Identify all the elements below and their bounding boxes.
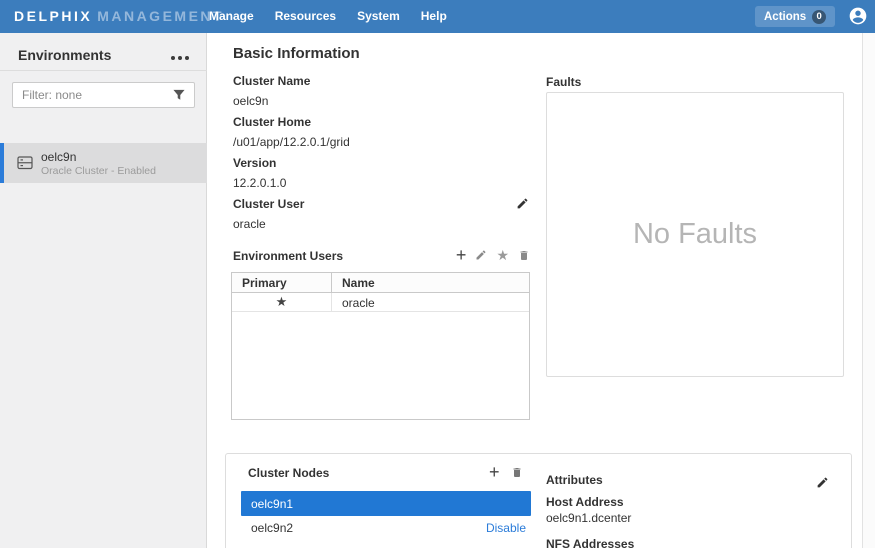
brand-secondary: MANAGEMENT — [97, 8, 224, 24]
filter-funnel-icon[interactable] — [173, 89, 185, 101]
nav-item-help[interactable]: Help — [419, 0, 449, 33]
environments-sidebar: Environments Filter: none oelc9n Oracle … — [0, 33, 207, 548]
actions-button[interactable]: Actions 0 — [755, 6, 835, 27]
cluster-nodes-title: Cluster Nodes — [248, 466, 329, 480]
delete-user-trash-icon[interactable] — [518, 249, 530, 262]
nav-item-system[interactable]: System — [355, 0, 402, 33]
filter-input-value: Filter: none — [22, 88, 173, 102]
actions-count-badge: 0 — [812, 10, 826, 24]
add-node-plus-icon[interactable]: + — [489, 465, 500, 479]
field-value-cluster-name: oelc9n — [233, 94, 268, 108]
nav-item-manage[interactable]: Manage — [207, 0, 256, 33]
name-cell: oracle — [332, 293, 529, 311]
disable-node-link[interactable]: Disable — [486, 521, 526, 535]
primary-star-cell: ★ — [232, 293, 332, 311]
page-title: Basic Information — [233, 45, 360, 62]
column-header-name: Name — [332, 273, 529, 292]
faults-panel: No Faults — [546, 92, 844, 377]
overflow-menu-icon[interactable] — [168, 53, 192, 63]
field-value-cluster-home: /u01/app/12.2.0.1/grid — [233, 135, 350, 149]
node-name: oelc9n1 — [251, 497, 293, 511]
vertical-scrollbar[interactable] — [862, 33, 875, 548]
column-header-primary: Primary — [232, 273, 332, 292]
edit-cluster-user-pencil-icon[interactable] — [516, 197, 529, 210]
edit-user-pencil-icon[interactable] — [475, 249, 487, 261]
attr-value-host-address: oelc9n1.dcenter — [546, 511, 631, 525]
brand-logo: DELPHIX MANAGEMENT — [14, 0, 224, 33]
actions-button-label: Actions — [764, 11, 806, 23]
app-window: DELPHIX MANAGEMENT Manage Resources Syste… — [0, 0, 875, 548]
sidebar-divider — [0, 70, 207, 71]
nav-item-resources[interactable]: Resources — [273, 0, 338, 33]
add-user-plus-icon[interactable]: + — [456, 248, 467, 262]
table-header-row: Primary Name — [232, 273, 529, 293]
attributes-title: Attributes — [546, 473, 603, 487]
node-row-oelc9n2[interactable]: oelc9n2 Disable — [241, 516, 531, 540]
field-value-cluster-user: oracle — [233, 217, 266, 231]
attr-label-nfs-addresses: NFS Addresses — [546, 537, 634, 548]
cluster-nodes-panel: Cluster Nodes + oelc9n1 oelc9n2 Disable … — [225, 453, 852, 548]
user-avatar-icon[interactable] — [848, 6, 868, 26]
sidebar-item-subtitle: Oracle Cluster - Enabled — [41, 165, 156, 177]
no-faults-message: No Faults — [633, 218, 757, 251]
environment-users-toolbar: + ★ — [231, 248, 530, 262]
node-name: oelc9n2 — [251, 521, 293, 535]
field-value-version: 12.2.0.1.0 — [233, 176, 286, 190]
environment-users-table: Primary Name ★ oracle — [231, 272, 530, 420]
sidebar-item-name: oelc9n — [41, 150, 76, 164]
nav-menu: Manage Resources System Help — [207, 0, 449, 33]
faults-title: Faults — [546, 75, 581, 89]
edit-attributes-pencil-icon[interactable] — [816, 476, 829, 489]
cluster-nodes-toolbar: + — [489, 465, 523, 479]
top-navbar: DELPHIX MANAGEMENT Manage Resources Syste… — [0, 0, 875, 33]
sidebar-title: Environments — [18, 47, 111, 63]
field-label-cluster-user: Cluster User — [233, 197, 304, 211]
field-label-version: Version — [233, 156, 276, 170]
field-label-cluster-home: Cluster Home — [233, 115, 311, 129]
brand-primary: DELPHIX — [14, 8, 92, 24]
field-label-cluster-name: Cluster Name — [233, 74, 310, 88]
cluster-icon — [17, 156, 33, 175]
attr-label-host-address: Host Address — [546, 495, 624, 509]
sidebar-item-oelc9n[interactable]: oelc9n Oracle Cluster - Enabled — [0, 143, 207, 183]
set-primary-star-icon[interactable]: ★ — [496, 248, 509, 262]
table-row[interactable]: ★ oracle — [232, 293, 529, 312]
cluster-nodes-list: oelc9n1 oelc9n2 Disable — [241, 491, 531, 540]
filter-input[interactable]: Filter: none — [12, 82, 195, 108]
delete-node-trash-icon[interactable] — [511, 466, 523, 479]
node-row-oelc9n1[interactable]: oelc9n1 — [241, 491, 531, 516]
